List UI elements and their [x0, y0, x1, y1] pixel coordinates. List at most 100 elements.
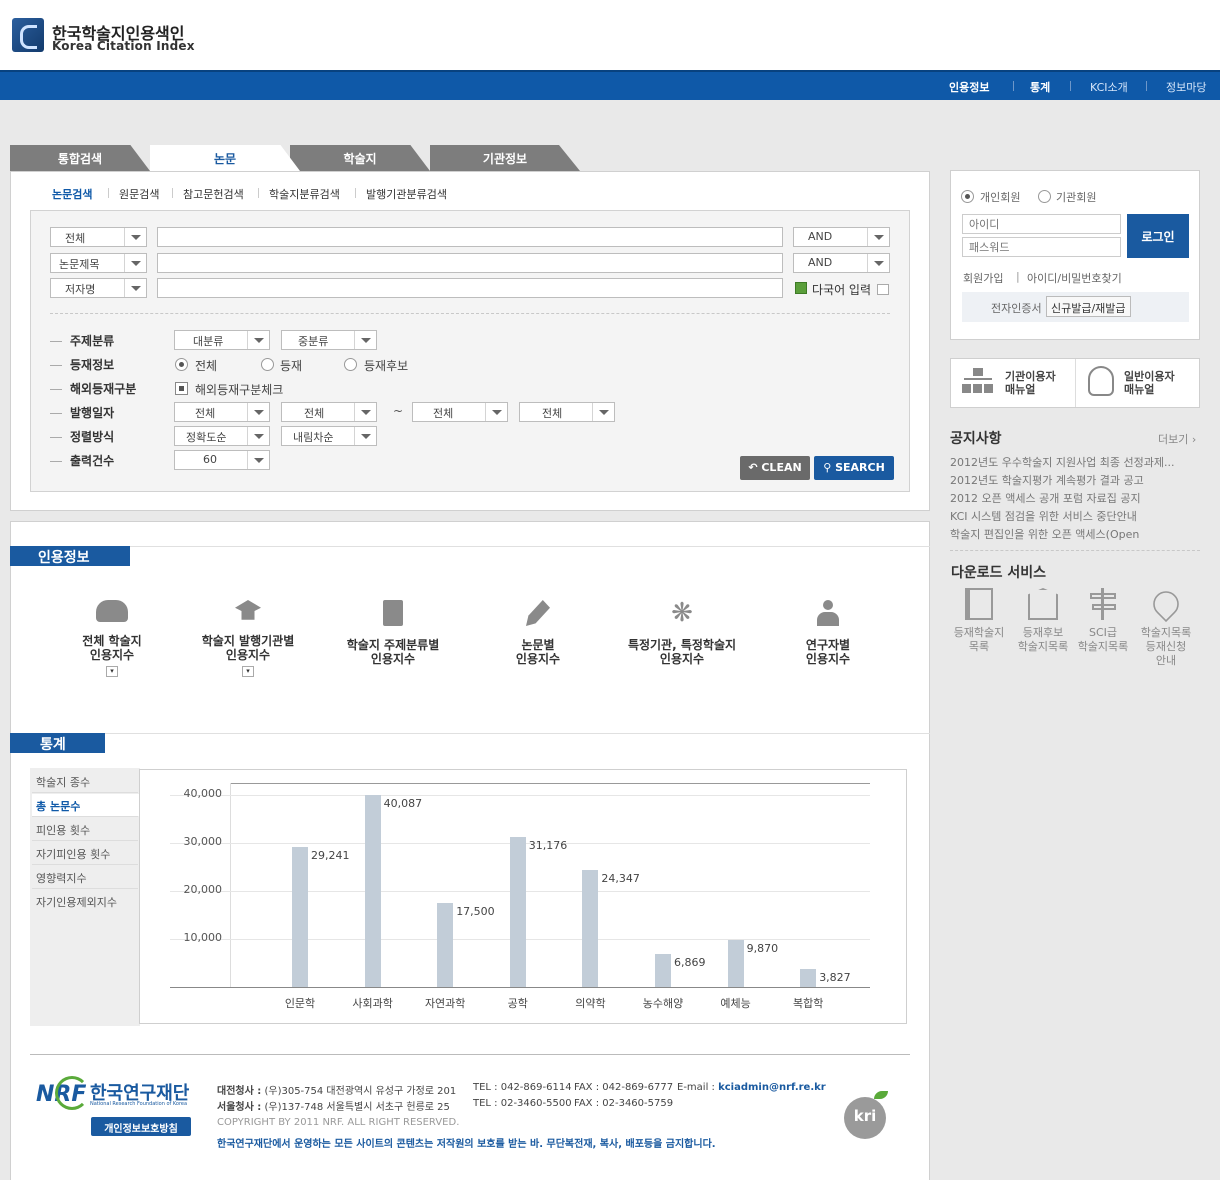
download-apply-guide[interactable]: 학술지목록 등재신청 안내	[1136, 585, 1196, 668]
subject-middle-select[interactable]: 중분류	[281, 330, 377, 350]
search-field-select-2[interactable]: 논문제목	[50, 253, 147, 273]
tab-institution[interactable]: 기관정보	[430, 145, 580, 171]
institution-manual-link[interactable]: 기관이용자 매뉴얼	[1005, 370, 1056, 396]
citation-item-specific[interactable]: ❋ 특정기관, 특정학술지 인용지수	[612, 600, 752, 666]
general-manual-link[interactable]: 일반이용자 매뉴얼	[1124, 370, 1175, 396]
chart-bar[interactable]	[437, 903, 454, 987]
chart-bar[interactable]	[509, 837, 526, 987]
radio-institution-member[interactable]	[1038, 190, 1051, 203]
chart-bar[interactable]	[364, 794, 381, 987]
radio-publish-candidate[interactable]	[344, 358, 357, 371]
search-input-2[interactable]	[157, 253, 783, 273]
keyboard-icon[interactable]	[795, 282, 807, 294]
citation-item-label: 인용지수	[515, 652, 561, 666]
operator-select-2[interactable]: AND	[793, 253, 890, 273]
stats-menu-cited-count[interactable]: 피인용 횟수	[36, 822, 90, 838]
footer-email-link[interactable]: kciadmin@nrf.re.kr	[718, 1082, 826, 1093]
subtab-reference-search[interactable]: 참고문헌검색	[183, 186, 244, 202]
notice-item[interactable]: 2012 오픈 액세스 공개 포럼 자료집 공지	[950, 490, 1141, 506]
find-account-link[interactable]: 아이디/비밀번호찾기	[1027, 270, 1122, 286]
chart-bar[interactable]	[582, 870, 599, 987]
subtab-publisher-class-search[interactable]: 발행기관분류검색	[366, 186, 447, 202]
chevron-down-icon[interactable]	[877, 284, 889, 295]
search-button[interactable]: ⚲ SEARCH	[814, 456, 894, 480]
chevron-down-icon[interactable]: ▾	[106, 666, 118, 677]
notice-more-link[interactable]: 더보기 ›	[1158, 431, 1196, 447]
download-candidate-list[interactable]: 등재후보 학술지목록	[1012, 588, 1074, 654]
notice-item[interactable]: 2012년도 학술지평가 계속평가 결과 공고	[950, 472, 1144, 488]
search-field-select-3[interactable]: 저자명	[50, 278, 147, 298]
chart-bar[interactable]	[655, 954, 671, 987]
chevron-down-icon	[485, 403, 507, 421]
footer-email: E-mail : kciadmin@nrf.re.kr	[677, 1082, 826, 1093]
download-sci-list[interactable]: SCI급 학술지목록	[1074, 588, 1132, 654]
clean-button[interactable]: ↶ CLEAN	[740, 456, 810, 480]
chart-bar[interactable]	[800, 968, 817, 987]
notice-item[interactable]: KCI 시스템 점검을 위한 서비스 중단안내	[950, 508, 1137, 524]
stats-menu-impact-factor[interactable]: 영향력지수	[36, 870, 87, 886]
stats-menu-excl-self[interactable]: 자기인용제외지수	[36, 894, 117, 910]
citation-item-by-subject[interactable]: 학술지 주제분류별 인용지수	[333, 600, 453, 666]
subtab-journal-class-search[interactable]: 학술지분류검색	[269, 186, 340, 202]
operator-select-1[interactable]: AND	[793, 227, 890, 247]
notice-item[interactable]: 2012년도 우수학술지 지원사업 최종 선정과제...	[950, 454, 1175, 470]
chart-bar[interactable]	[727, 939, 744, 987]
search-input-3[interactable]	[157, 278, 783, 298]
sort-order-select[interactable]: 내림차순	[281, 426, 377, 446]
output-count-select[interactable]: 60	[174, 450, 270, 470]
radio-personal-member[interactable]	[961, 190, 974, 203]
date-from-year-select[interactable]: 전체	[174, 402, 270, 422]
nav-citation-info[interactable]: 인용정보	[949, 79, 989, 95]
citation-item-all-journals[interactable]: 전체 학술지 인용지수 ▾	[62, 600, 162, 677]
password-input[interactable]	[962, 237, 1121, 257]
cert-issue-button[interactable]: 신규발급/재발급	[1046, 296, 1131, 317]
chevron-down-icon	[867, 228, 889, 246]
tab-paper[interactable]: 논문	[150, 145, 300, 171]
pen-nib-icon	[1147, 585, 1185, 623]
select-value: 전체	[433, 407, 454, 420]
subtab-separator	[355, 188, 356, 198]
nav-kci-intro[interactable]: KCI소개	[1090, 79, 1128, 95]
radio-publish-registered[interactable]	[261, 358, 274, 371]
privacy-policy-button[interactable]: 개인정보보호방침	[91, 1117, 191, 1136]
download-label: 등재학술지	[953, 626, 1005, 639]
kci-logo-icon[interactable]	[12, 18, 44, 52]
subtab-paper-search[interactable]: 논문검색	[52, 186, 92, 202]
citation-item-by-publisher[interactable]: 학술지 발행기관별 인용지수 ▾	[188, 600, 308, 677]
citation-item-by-paper[interactable]: 논문별 인용지수	[488, 600, 588, 666]
stats-menu-self-cited[interactable]: 자기피인용 횟수	[36, 846, 110, 862]
radio-publish-all[interactable]	[175, 358, 188, 371]
user-id-input[interactable]	[962, 214, 1121, 234]
label-output-count: 출력건수	[50, 452, 114, 469]
logo-title-en[interactable]: Korea Citation Index	[52, 39, 195, 53]
link-separator: |	[1016, 270, 1020, 283]
overseas-checkbox[interactable]	[175, 382, 188, 395]
nav-info-plaza[interactable]: 정보마당	[1166, 79, 1206, 95]
stats-menu-journal-count[interactable]: 학술지 종수	[36, 774, 90, 790]
notice-item[interactable]: 학술지 편집인을 위한 오픈 액세스(Open	[950, 526, 1139, 542]
download-registered-list[interactable]: 등재학술지 목록	[950, 588, 1008, 654]
sort-by-select[interactable]: 정확도순	[174, 426, 270, 446]
join-link[interactable]: 회원가입	[963, 270, 1003, 286]
download-label: 등재신청	[1145, 640, 1187, 653]
stats-menu-total-papers[interactable]: 총 논문수	[36, 798, 80, 814]
tab-journal[interactable]: 학술지	[290, 145, 430, 171]
subject-major-select[interactable]: 대분류	[174, 330, 270, 350]
date-to-month-select[interactable]: 전체	[519, 402, 615, 422]
date-from-month-select[interactable]: 전체	[281, 402, 377, 422]
citation-item-label: 인용지수	[225, 648, 271, 662]
nav-stats[interactable]: 통계	[1030, 79, 1050, 95]
citation-item-by-researcher[interactable]: 연구자별 인용지수	[778, 600, 878, 666]
subtab-fulltext-search[interactable]: 원문검색	[119, 186, 159, 202]
login-button[interactable]: 로그인	[1127, 214, 1189, 258]
date-to-year-select[interactable]: 전체	[412, 402, 508, 422]
multilang-input-link[interactable]: 다국어 입력	[812, 281, 871, 298]
chevron-down-icon[interactable]: ▾	[242, 666, 254, 677]
manual-label: 매뉴얼	[1005, 383, 1036, 396]
tab-integrated-search[interactable]: 통합검색	[10, 145, 150, 171]
search-input-1[interactable]	[157, 227, 783, 247]
section-title-stats: 통계	[10, 733, 105, 753]
chart-bar[interactable]	[292, 846, 308, 987]
kri-logo: kri	[844, 1097, 886, 1139]
search-field-select-1[interactable]: 전체	[50, 227, 147, 247]
